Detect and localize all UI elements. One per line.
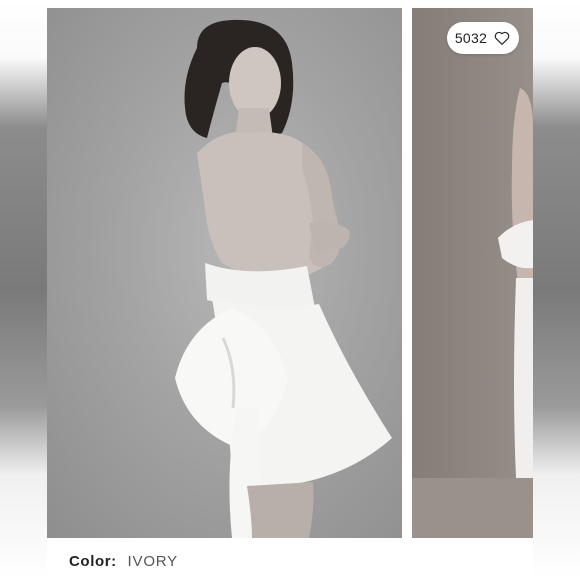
product-photo-second[interactable]: 5032 <box>412 8 533 538</box>
color-label: Color: <box>69 553 117 570</box>
product-photo-main[interactable] <box>47 8 402 538</box>
model-photo-illustration <box>175 19 392 538</box>
model-photo-second-illustration <box>412 88 533 538</box>
listing-page: 5032 Color: IVORY <box>47 8 533 580</box>
heart-outline-icon <box>494 31 510 45</box>
photo-carousel[interactable]: 5032 <box>47 8 533 538</box>
like-count: 5032 <box>454 30 488 46</box>
like-button[interactable]: 5032 <box>447 22 519 54</box>
color-value: IVORY <box>127 553 178 570</box>
color-row: Color: IVORY <box>69 553 178 570</box>
product-info: Color: IVORY <box>47 538 533 580</box>
